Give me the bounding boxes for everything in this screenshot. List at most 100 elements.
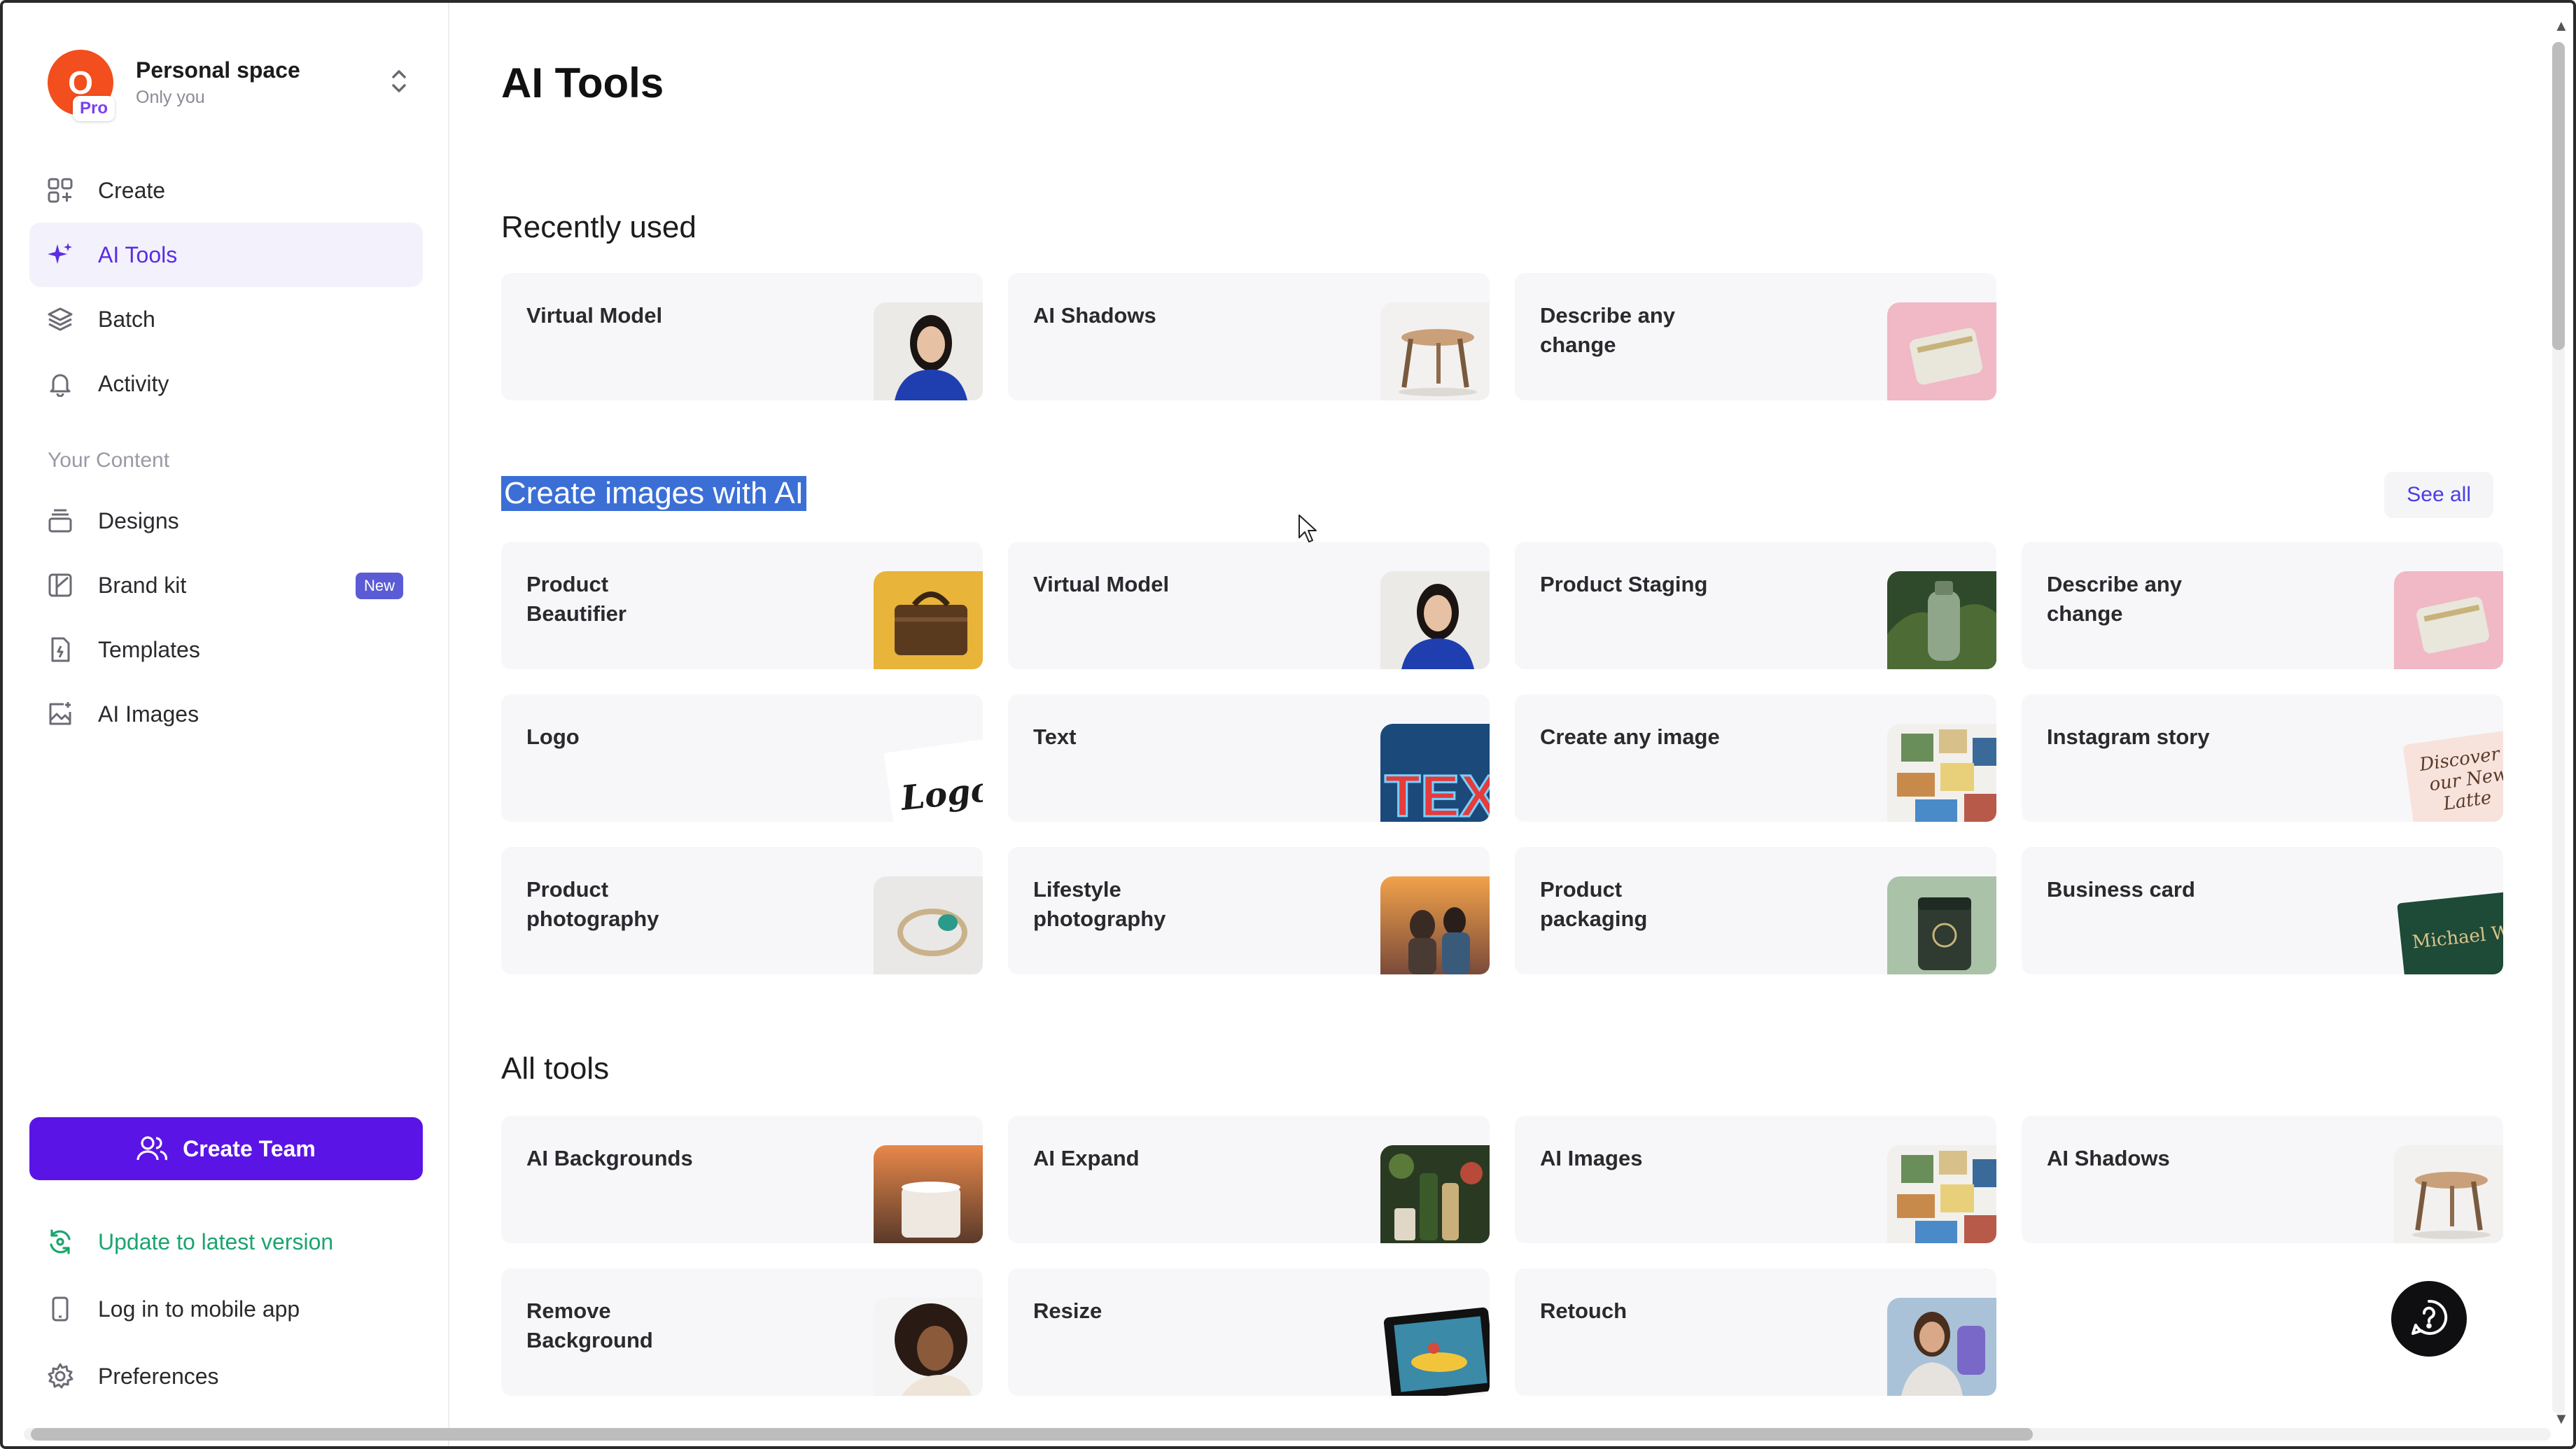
- tool-card-label: Logo: [526, 724, 580, 749]
- avatar: O Pro: [48, 50, 115, 121]
- pouch-thumbnail: [2394, 571, 2503, 669]
- tool-card[interactable]: Product packaging: [1515, 847, 1996, 974]
- tool-card[interactable]: Resize: [1008, 1268, 1490, 1396]
- jar-thumbnail: [1887, 876, 1996, 974]
- layers-icon: [46, 305, 74, 333]
- tool-card[interactable]: Business card Michael Won: [2022, 847, 2503, 974]
- tool-card-label: Instagram story: [2047, 724, 2210, 749]
- tool-card[interactable]: AI Expand: [1008, 1116, 1490, 1243]
- scroll-thumb[interactable]: [2552, 42, 2565, 350]
- tool-card[interactable]: Product Beautifier: [501, 542, 983, 669]
- portrait-thumbnail: [874, 302, 983, 400]
- collage-thumbnail: [1887, 1145, 1996, 1243]
- tool-card[interactable]: Retouch: [1515, 1268, 1996, 1396]
- sidebar-item-label: Brand kit: [98, 572, 187, 598]
- tool-card[interactable]: AI Backgrounds: [501, 1116, 983, 1243]
- tool-card[interactable]: Logo Logos: [501, 694, 983, 822]
- business-card-thumbnail: Michael Won: [2394, 876, 2503, 974]
- tool-card[interactable]: Lifestyle photography: [1008, 847, 1490, 974]
- sidebar-item-batch[interactable]: Batch: [29, 287, 423, 351]
- tool-card[interactable]: Describe any change: [1515, 273, 1996, 400]
- ai-image-icon: [46, 700, 74, 728]
- scroll-up-arrow-icon[interactable]: ▲: [2554, 17, 2569, 35]
- sidebar-item-designs[interactable]: Designs: [29, 489, 423, 553]
- tool-card-label: AI Expand: [1033, 1146, 1140, 1170]
- tool-card[interactable]: Remove Background: [501, 1268, 983, 1396]
- candle-thumbnail: [874, 1145, 983, 1243]
- sidebar-item-label: Designs: [98, 507, 179, 533]
- mobile-login-link[interactable]: Log in to mobile app: [29, 1275, 423, 1343]
- woman-thumbnail: [1887, 1298, 1996, 1396]
- users-icon: [136, 1135, 168, 1163]
- all-tools-heading: All tools: [501, 1051, 610, 1086]
- sidebar-item-ai-images[interactable]: AI Images: [29, 682, 423, 746]
- chevron-up-down-icon[interactable]: [386, 64, 412, 98]
- tool-card[interactable]: AI Images: [1515, 1116, 1996, 1243]
- horizontal-scrollbar[interactable]: [24, 1427, 2551, 1442]
- tool-card[interactable]: AI Shadows: [1008, 273, 1490, 400]
- tool-card[interactable]: Create any image: [1515, 694, 1996, 822]
- app-window: O Pro Personal space Only you Create AI …: [0, 0, 2576, 1449]
- tool-card-label: AI Shadows: [1033, 303, 1156, 328]
- recently-used-heading: Recently used: [501, 210, 696, 244]
- svg-text:TEX: TEX: [1385, 763, 1490, 822]
- create-team-button[interactable]: Create Team: [29, 1117, 423, 1180]
- tool-card-label: Create any image: [1540, 724, 1720, 749]
- template-icon: [46, 636, 74, 664]
- refresh-icon: [46, 1228, 74, 1256]
- create-images-heading: Create images with AI: [501, 476, 806, 511]
- sidebar-item-label: Create: [98, 177, 166, 203]
- latte-thumbnail: Discoverour NewLatte: [2394, 724, 2503, 822]
- sidebar-item-label: Templates: [98, 636, 200, 662]
- help-button[interactable]: [2391, 1281, 2467, 1357]
- tool-card-label: AI Backgrounds: [526, 1146, 693, 1170]
- sidebar-item-ai-tools[interactable]: AI Tools: [29, 223, 423, 287]
- sidebar-item-brand-kit[interactable]: Brand kit New: [29, 553, 423, 617]
- brand-kit-icon: [46, 571, 74, 599]
- scroll-thumb[interactable]: [31, 1428, 2033, 1441]
- tool-card[interactable]: Text TEX: [1008, 694, 1490, 822]
- update-version-link[interactable]: Update to latest version: [29, 1208, 423, 1275]
- collage-thumbnail: [1887, 724, 1996, 822]
- main-content: AI Tools Recently used Virtual Model AI …: [451, 3, 2544, 1431]
- sidebar: O Pro Personal space Only you Create AI …: [3, 3, 449, 1446]
- help-icon: [2409, 1297, 2449, 1341]
- stack-icon: [46, 507, 74, 535]
- new-badge: New: [355, 573, 403, 599]
- tool-card[interactable]: Product Staging: [1515, 542, 1996, 669]
- sidebar-item-activity[interactable]: Activity: [29, 351, 423, 416]
- sidebar-item-label: Activity: [98, 370, 169, 396]
- tool-card[interactable]: Product photography: [501, 847, 983, 974]
- tool-card[interactable]: Virtual Model: [501, 273, 983, 400]
- tool-card-label: Virtual Model: [1033, 572, 1170, 596]
- tool-card-label: Lifestyle photography: [1033, 877, 1166, 931]
- table-thumbnail: [1380, 302, 1490, 400]
- tool-card-label: Product Staging: [1540, 572, 1708, 596]
- mobile-login-label: Log in to mobile app: [98, 1296, 300, 1322]
- bottles-thumbnail: [1380, 1145, 1490, 1243]
- bottle-thumbnail: [1887, 571, 1996, 669]
- sidebar-item-label: AI Tools: [98, 241, 178, 267]
- tool-card[interactable]: Virtual Model: [1008, 542, 1490, 669]
- page-title: AI Tools: [501, 59, 664, 106]
- vertical-scrollbar[interactable]: ▲ ▼: [2549, 14, 2569, 1428]
- sidebar-item-create[interactable]: Create: [29, 158, 423, 223]
- create-images-grid: Product Beautifier Virtual Model Product…: [501, 542, 2503, 974]
- tool-card[interactable]: Instagram story Discoverour NewLatte: [2022, 694, 2503, 822]
- workspace-switcher[interactable]: O Pro Personal space Only you: [48, 48, 412, 121]
- tool-card-label: Remove Background: [526, 1298, 653, 1352]
- pro-badge: Pro: [73, 96, 115, 121]
- pouch-thumbnail: [1887, 302, 1996, 400]
- preferences-link[interactable]: Preferences: [29, 1343, 423, 1410]
- sidebar-item-templates[interactable]: Templates: [29, 617, 423, 682]
- scroll-down-arrow-icon[interactable]: ▼: [2554, 1410, 2569, 1428]
- all-tools-grid: AI Backgrounds AI Expand AI Images AI Sh…: [501, 1116, 2503, 1396]
- curly-hair-thumbnail: [874, 1298, 983, 1396]
- tool-card-label: Virtual Model: [526, 303, 663, 328]
- tool-card[interactable]: Describe any change: [2022, 542, 2503, 669]
- recently-used-grid: Virtual Model AI Shadows Describe any ch…: [501, 273, 2503, 400]
- see-all-button[interactable]: See all: [2384, 472, 2493, 518]
- ring-thumbnail: [874, 876, 983, 974]
- tool-card[interactable]: AI Shadows: [2022, 1116, 2503, 1243]
- raft-thumbnail: [1380, 1298, 1490, 1396]
